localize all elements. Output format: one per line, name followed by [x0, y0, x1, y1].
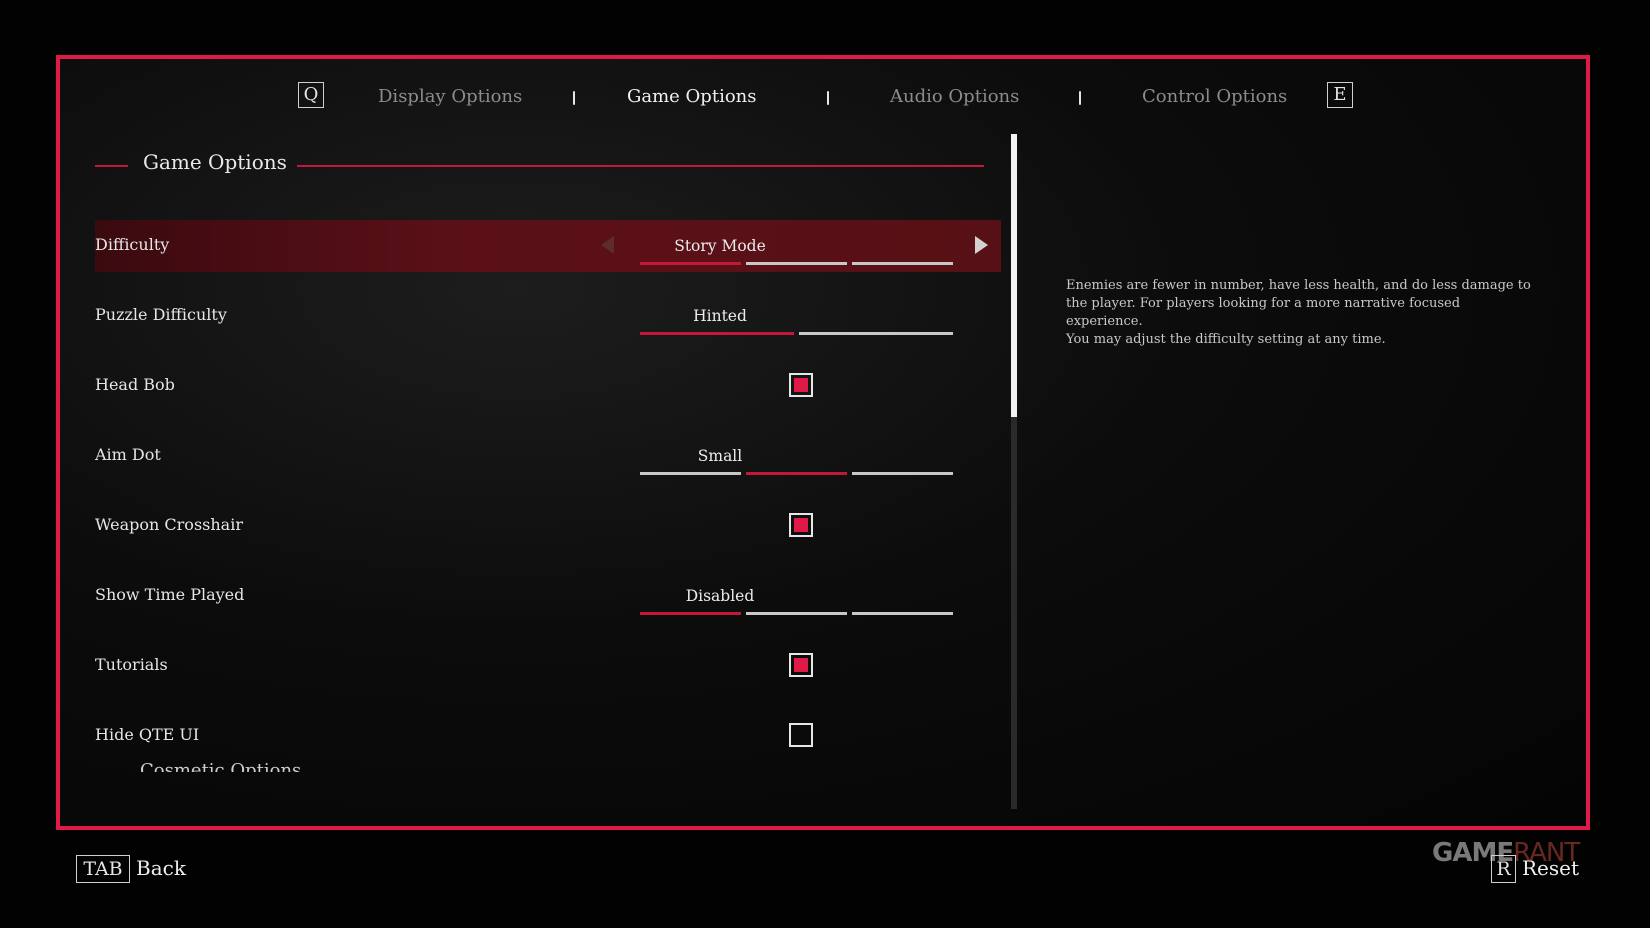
- tab-control-options[interactable]: Control Options: [1142, 86, 1287, 107]
- weapon-crosshair-checkbox[interactable]: [789, 513, 813, 537]
- hide-qte-ui-checkbox[interactable]: [789, 723, 813, 747]
- option-indicator: [852, 262, 953, 265]
- tab-separator: [573, 91, 575, 105]
- option-indicator: [852, 472, 953, 475]
- reset-button[interactable]: Reset: [1522, 856, 1579, 880]
- setting-label: Weapon Crosshair: [95, 515, 243, 534]
- setting-description-note: You may adjust the difficulty setting at…: [1066, 332, 1386, 347]
- option-indicator: [799, 332, 953, 335]
- option-indicator: [640, 612, 741, 615]
- next-section-title: Cosmetic Options: [140, 760, 302, 772]
- tab-audio-options[interactable]: Audio Options: [890, 86, 1019, 107]
- reset-key[interactable]: R: [1491, 855, 1516, 883]
- setting-label: Puzzle Difficulty: [95, 305, 227, 324]
- option-indicator: [746, 612, 847, 615]
- arrow-left-icon[interactable]: [601, 236, 614, 254]
- options-frame: Q Display Options Game Options Audio Opt…: [56, 55, 1590, 830]
- prev-tab-key[interactable]: Q: [298, 82, 324, 108]
- option-indicator: [640, 332, 794, 335]
- section-rule-right: [297, 165, 984, 167]
- option-indicator: [746, 472, 847, 475]
- setting-value: Hinted: [693, 307, 747, 325]
- option-indicator: [640, 472, 741, 475]
- section-rule-left: [95, 165, 128, 167]
- setting-label: Show Time Played: [95, 585, 245, 604]
- scrollbar-thumb[interactable]: [1011, 134, 1017, 417]
- setting-label: Difficulty: [95, 235, 170, 254]
- tab-bar: Q Display Options Game Options Audio Opt…: [60, 82, 1586, 120]
- checkbox-fill: [794, 658, 808, 672]
- option-indicator: [640, 262, 741, 265]
- head-bob-checkbox[interactable]: [789, 373, 813, 397]
- next-tab-key[interactable]: E: [1327, 82, 1353, 108]
- tab-game-options[interactable]: Game Options: [627, 86, 757, 107]
- setting-description: Enemies are fewer in number, have less h…: [1066, 278, 1531, 329]
- section-title: Game Options: [143, 150, 287, 174]
- arrow-right-icon[interactable]: [975, 236, 988, 254]
- tutorials-checkbox[interactable]: [789, 653, 813, 677]
- setting-label: Hide QTE UI: [95, 725, 200, 744]
- setting-label: Aim Dot: [95, 445, 161, 464]
- tab-separator: [827, 91, 829, 105]
- tab-display-options[interactable]: Display Options: [378, 86, 522, 107]
- setting-value: Story Mode: [674, 237, 766, 255]
- checkbox-fill: [794, 518, 808, 532]
- setting-label: Tutorials: [95, 655, 168, 674]
- checkbox-fill: [794, 378, 808, 392]
- tab-separator: [1079, 91, 1081, 105]
- option-indicator: [746, 262, 847, 265]
- back-button[interactable]: Back: [136, 856, 186, 880]
- setting-value: Disabled: [685, 587, 755, 605]
- setting-value: Small: [697, 447, 743, 465]
- setting-label: Head Bob: [95, 375, 175, 394]
- back-key[interactable]: TAB: [76, 855, 130, 883]
- option-indicator: [852, 612, 953, 615]
